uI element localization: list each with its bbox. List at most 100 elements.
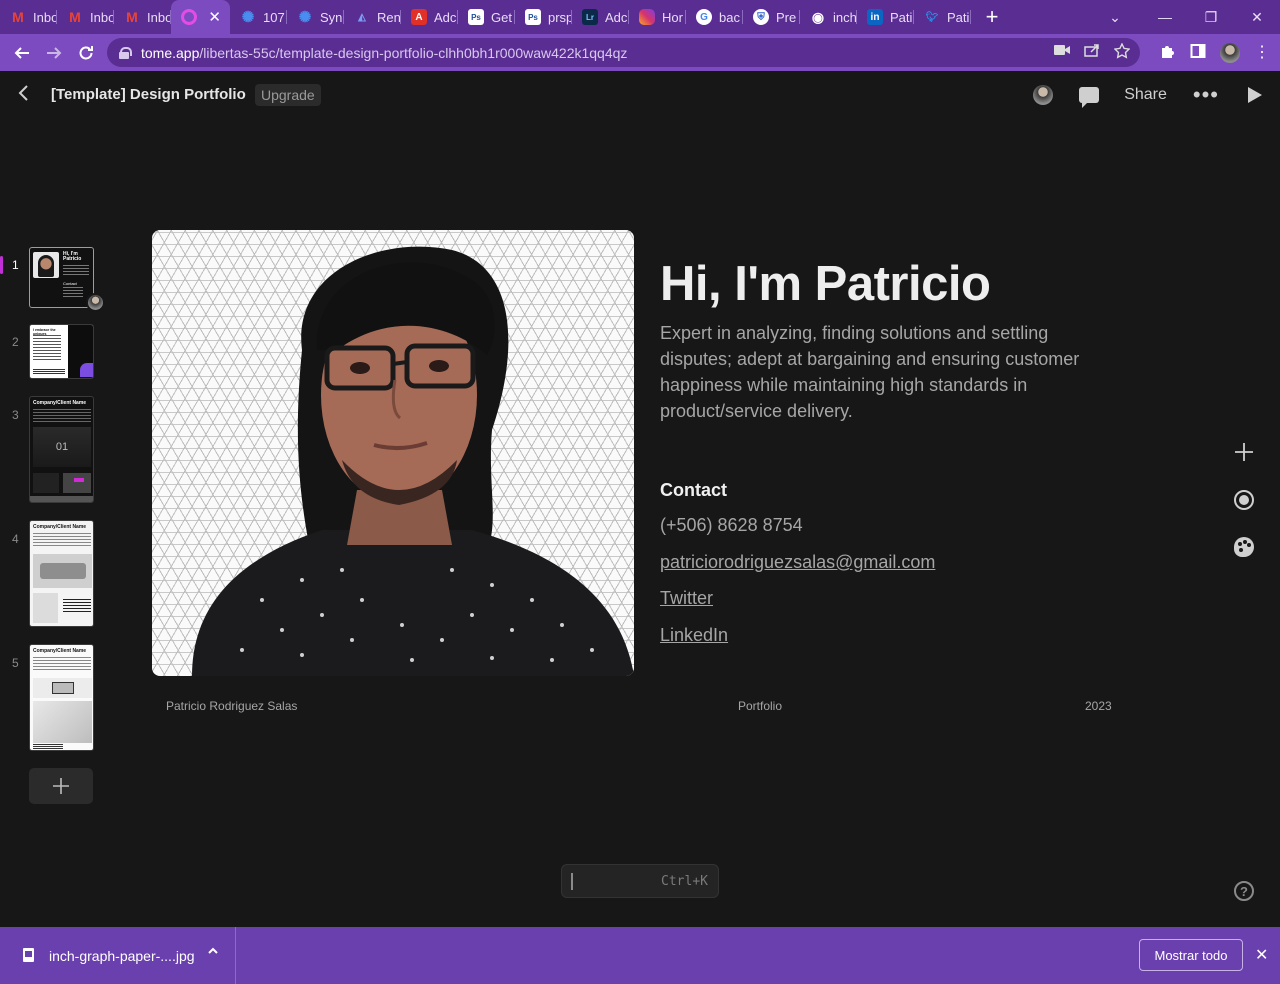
instagram-icon [639, 9, 655, 25]
browser-tab[interactable]: ⛨ Pre [743, 0, 800, 34]
close-window-button[interactable]: ✕ [1234, 9, 1280, 26]
slide-thumbnail-3[interactable]: Company/Client Name 01 [29, 396, 94, 503]
contact-phone[interactable]: (+506) 8628 8754 [660, 515, 803, 536]
upgrade-badge[interactable]: Upgrade [255, 84, 321, 106]
palette-icon[interactable] [1232, 535, 1256, 559]
document-title[interactable]: [Template] Design Portfolio [51, 86, 246, 103]
camera-blocked-icon[interactable] [1054, 43, 1070, 62]
browser-tab-label: Pati [890, 9, 913, 25]
browser-tab[interactable]: ◉ inch [800, 0, 857, 34]
browser-tab[interactable]: Gbac [686, 0, 743, 34]
browser-tab-label: prsp [548, 9, 572, 25]
collaborator-avatar[interactable] [1033, 85, 1054, 105]
close-icon[interactable]: ✕ [1255, 945, 1268, 965]
browser-tab[interactable]: ✺ 107 [230, 0, 287, 34]
photoshop-icon: Ps [525, 9, 541, 25]
thumbnail-title: Company/Client Name [33, 524, 87, 530]
linkedin-link[interactable]: LinkedIn [660, 625, 728, 646]
command-bar[interactable]: Ctrl+K [561, 864, 719, 898]
chevron-up-icon[interactable] [207, 945, 219, 960]
thumbnail-photo [33, 252, 59, 278]
browser-tab[interactable]: Ps Get [458, 0, 515, 34]
share-button[interactable]: Share [1124, 86, 1167, 104]
email-link[interactable]: patriciorodriguezsalas@gmail.com [660, 552, 935, 573]
browser-tab-label: Inbo [90, 9, 114, 25]
browser-tab[interactable]: Lr Adc [572, 0, 629, 34]
side-panel-icon[interactable] [1190, 43, 1206, 63]
browser-tab[interactable]: M Inbo [0, 0, 57, 34]
back-arrow-icon[interactable] [6, 37, 38, 69]
google-icon: G [696, 9, 712, 25]
browser-tab[interactable]: 🐦︎ Pati [914, 0, 971, 34]
tome-icon [181, 9, 197, 25]
footer-year: 2023 [1085, 699, 1112, 713]
record-icon[interactable] [1232, 488, 1256, 512]
minimize-button[interactable]: — [1142, 9, 1188, 25]
slide-number: 4 [12, 532, 19, 546]
browser-tab[interactable]: ✕ [171, 0, 230, 34]
browser-tab[interactable]: ◭ Ren [344, 0, 401, 34]
share-page-icon[interactable] [1084, 43, 1100, 62]
browser-tab[interactable]: M Inbo [114, 0, 171, 34]
slide-headline[interactable]: Hi, I'm Patricio [660, 256, 991, 312]
contact-heading[interactable]: Contact [660, 480, 727, 501]
reload-icon[interactable] [70, 37, 102, 69]
add-slide-button[interactable] [29, 768, 93, 804]
browser-tab-label: Inbo [147, 9, 171, 25]
download-bar: inch-graph-paper-....jpg Mostrar todo ✕ [0, 927, 1280, 984]
browser-tab[interactable]: A Adc [401, 0, 458, 34]
thumbnail-title: Company/Client Name [33, 648, 87, 654]
browser-tab[interactable]: in Pati [857, 0, 914, 34]
photoshop-icon: Ps [468, 9, 484, 25]
extensions-puzzle-icon[interactable] [1160, 43, 1176, 63]
slide-bio[interactable]: Expert in analyzing, finding solutions a… [660, 320, 1120, 424]
browser-tab-label: Pre [776, 9, 797, 25]
profile-avatar[interactable] [1220, 42, 1240, 63]
browser-tab-label: Adc [605, 9, 628, 25]
add-tile-icon[interactable] [1232, 440, 1256, 464]
show-all-button[interactable]: Mostrar todo [1139, 939, 1243, 971]
twitter-link[interactable]: Twitter [660, 588, 713, 609]
linkedin-icon: in [867, 9, 883, 25]
comment-icon[interactable] [1079, 87, 1100, 108]
browser-tab[interactable]: ✺ Syn [287, 0, 344, 34]
thumbnail-contact: Contact [63, 281, 77, 286]
slide-thumbnail-2[interactable]: I embrace the uniques [29, 324, 94, 379]
viewer-avatar [86, 293, 105, 312]
gear-icon: ✺ [298, 9, 312, 26]
slide-thumbnail-5[interactable]: Company/Client Name [29, 644, 94, 751]
app-header: [Template] Design Portfolio Upgrade Shar… [0, 71, 1280, 119]
lightroom-icon: Lr [582, 9, 598, 25]
gmail-icon: M [12, 9, 24, 25]
restore-button[interactable]: ❐ [1188, 9, 1234, 26]
download-item[interactable]: inch-graph-paper-....jpg [0, 927, 236, 984]
more-options-icon[interactable]: ••• [1193, 82, 1219, 108]
browser-tab[interactable]: Hor [629, 0, 686, 34]
url-text: tome.app/libertas-55c/template-design-po… [141, 44, 628, 61]
address-bar[interactable]: tome.app/libertas-55c/template-design-po… [107, 38, 1140, 67]
close-tab-icon[interactable]: ✕ [208, 8, 221, 26]
browser-tab-label: bac [719, 9, 740, 25]
new-tab-button[interactable]: + [975, 0, 1009, 34]
browser-tab[interactable]: Ps prsp [515, 0, 572, 34]
browser-tab[interactable]: M Inbo [57, 0, 114, 34]
play-icon[interactable] [1248, 87, 1262, 103]
back-chevron-icon[interactable] [17, 84, 37, 108]
render-icon: ◭ [358, 11, 366, 23]
slide-thumbnail-1[interactable]: Hi, I'm Patricio Contact [29, 247, 94, 308]
tab-search-icon[interactable]: ⌄ [1100, 9, 1130, 26]
file-icon [23, 948, 34, 962]
slide-number: 5 [12, 656, 19, 670]
browser-tab-label: Get [491, 9, 512, 25]
browser-menu-icon[interactable]: ⋮ [1254, 44, 1270, 61]
browser-tab-label: 107 [263, 9, 285, 25]
profile-photo[interactable] [152, 230, 634, 676]
person-portrait [192, 246, 634, 676]
slide-number: 3 [12, 408, 19, 422]
window-controls: ⌄ — ❐ ✕ [1109, 0, 1280, 34]
slide-thumbnail-4[interactable]: Company/Client Name [29, 520, 94, 627]
browser-tab-label: Hor [662, 9, 683, 25]
forward-arrow-icon[interactable] [38, 37, 70, 69]
bookmark-star-icon[interactable] [1113, 42, 1131, 62]
help-icon[interactable]: ? [1234, 881, 1254, 901]
